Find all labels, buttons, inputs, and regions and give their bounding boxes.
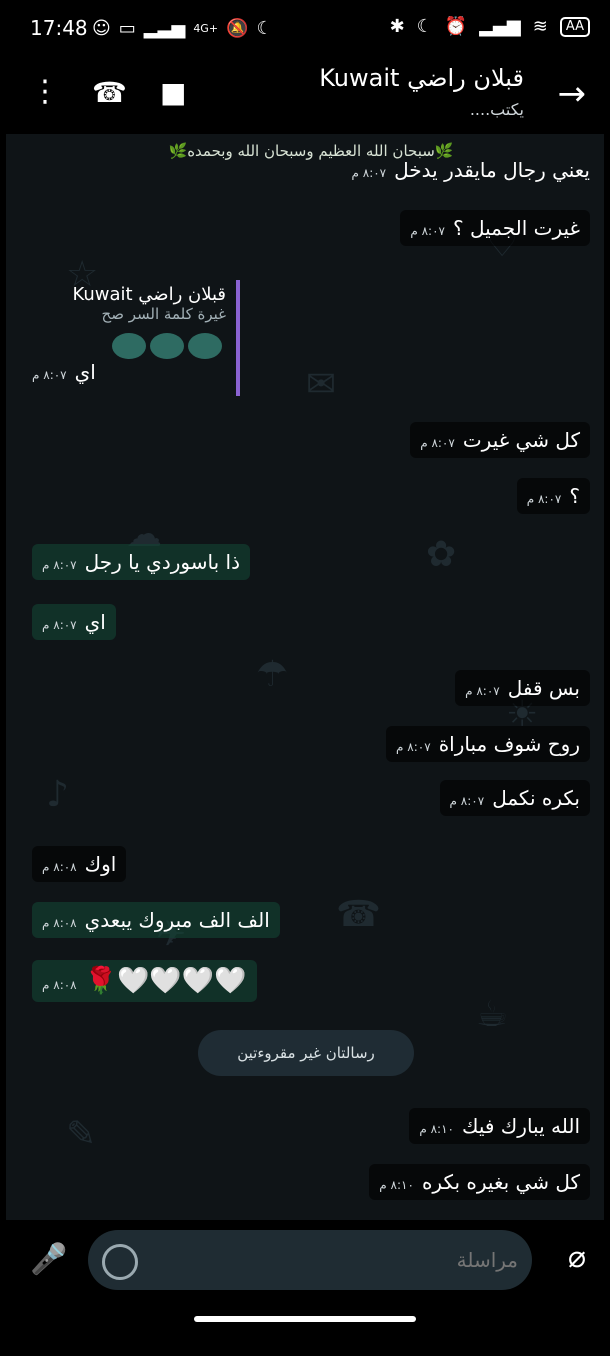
doodle-icon: ☕ (476, 994, 509, 1035)
message-text: ؟ (569, 484, 580, 508)
message-time: ٨:١٠ م (379, 1178, 414, 1192)
notification-icon: ☺ (92, 18, 111, 39)
voice-call-button[interactable]: ☎ (92, 76, 127, 109)
message-time: ٨:٠٧ م (351, 166, 387, 180)
quote-blobs (30, 333, 226, 359)
message-time: ٨:٠٨ م (42, 860, 77, 874)
message-outgoing[interactable]: بس قفل ٨:٠٧ م (455, 670, 590, 706)
message-input-bar: 🎤 ⌀ (0, 1220, 610, 1296)
message-time: ٨:٠٧ م (465, 684, 500, 698)
message-text: يعني رجال مايقدر يدخل (394, 158, 590, 182)
signal-icon: ▂▃▅ (143, 18, 186, 39)
home-gesture-handle[interactable] (194, 1316, 416, 1322)
message-outgoing[interactable]: بكره نكمل ٨:٠٧ م (439, 780, 590, 816)
sticker-icon[interactable] (102, 1244, 138, 1280)
message-text: 🤍🤍🤍🤍🌹 (84, 966, 247, 996)
quoted-text: غيرة كلمة السر صح (101, 305, 226, 323)
message-input-container (88, 1230, 532, 1290)
message-time: ٨:٠٧ م (526, 492, 562, 506)
message-time: ٨:٠٧ م (32, 368, 67, 382)
battery-indicator: AA (559, 17, 590, 37)
status-icons-right: ✱ ☾ ⏰ ▂▄▆ ≋ AA (390, 16, 590, 38)
message-input[interactable] (146, 1242, 520, 1278)
cast-icon: ▭ (118, 18, 136, 39)
network-type-icon: 4G+ (193, 22, 219, 35)
doodle-icon: ☂ (256, 654, 289, 695)
message-text: غيرت الجميل ؟ (453, 216, 580, 240)
message-incoming[interactable]: اي ٨:٠٧ م (32, 604, 116, 640)
microphone-button[interactable]: 🎤 (30, 1242, 67, 1277)
wifi-icon: ≋ (532, 16, 548, 37)
mute-icon: 🔕 (226, 18, 249, 39)
more-options-button[interactable]: ⋮ (30, 74, 60, 109)
message-text: روح شوف مباراة (438, 732, 580, 756)
message-outgoing[interactable]: ؟ ٨:٠٧ م (516, 478, 590, 514)
message-time: ٨:٠٧ م (42, 618, 77, 632)
message-time: ٨:٠٧ م (410, 224, 445, 238)
message-text: اي (84, 610, 106, 634)
back-arrow-icon[interactable]: → (558, 74, 587, 114)
message-outgoing[interactable]: الله يبارك فيك ٨:١٠ م (409, 1108, 590, 1144)
system-nav-bar (0, 1296, 610, 1356)
signal-bars-icon: ▂▄▆ (479, 16, 521, 37)
message-text: الف الف مبروك يبعدي (84, 908, 270, 932)
message-outgoing[interactable]: غيرت الجميل ؟ ٨:٠٧ م (400, 210, 590, 246)
message-incoming[interactable]: اوك ٨:٠٨ م (32, 846, 127, 882)
message-incoming[interactable]: ذا باسوردي يا رجل ٨:٠٧ م (32, 544, 250, 580)
message-outgoing[interactable]: كل شي بغيره بكره ٨:١٠ م (369, 1164, 590, 1200)
message-text: بس قفل (507, 676, 580, 700)
doodle-icon: ♪ (46, 774, 69, 815)
quoted-sender: قبلان راضي Kuwait (72, 284, 226, 305)
status-icons-left: ☺ ▭ ▂▃▅ 4G+ 🔕 ☾ (92, 18, 273, 40)
message-outgoing[interactable]: روح شوف مباراة ٨:٠٧ م (386, 726, 590, 762)
status-bar: 17:48 ☺ ▭ ▂▃▅ 4G+ 🔕 ☾ ✱ ☾ ⏰ ▂▄▆ ≋ AA (0, 0, 610, 60)
status-time: 17:48 (30, 16, 88, 40)
alarm-off-icon: ⏰ (444, 16, 468, 37)
message-incoming[interactable]: اي ٨:٠٧ م (32, 360, 96, 384)
contact-status: يكتب.... (469, 100, 524, 119)
message-incoming[interactable]: الف الف مبروك يبعدي ٨:٠٨ م (32, 902, 280, 938)
doodle-icon: ☎ (336, 894, 381, 935)
message-time: ٨:٠٧ م (396, 740, 431, 754)
message-time: ٨:٠٧ م (420, 436, 455, 450)
chat-area: ☆ ♡ ✉ ☁ ✿ ☂ ♪ ☀ ☎ ✈ ☕ ✎ 🌿سبحان الله العظ… (6, 134, 604, 1220)
doodle-icon: ✎ (66, 1114, 97, 1155)
doodle-icon: ✿ (426, 534, 457, 575)
attach-icon[interactable]: ⌀ (568, 1240, 586, 1275)
message-text: اوك (84, 852, 117, 876)
message-text: ذا باسوردي يا رجل (84, 550, 240, 574)
video-call-button[interactable]: ■ (160, 76, 186, 109)
message-text: بكره نكمل (492, 786, 580, 810)
message-time: ٨:٠٨ م (42, 978, 77, 992)
bluetooth-icon: ✱ (389, 16, 405, 37)
message-time: ٨:٠٧ م (42, 558, 77, 572)
message-outgoing[interactable]: يعني رجال مايقدر يدخل ٨:٠٧ م (352, 158, 591, 182)
message-incoming[interactable]: 🤍🤍🤍🤍🌹 ٨:٠٨ م (32, 960, 257, 1002)
message-time: ٨:١٠ م (419, 1122, 454, 1136)
message-text: اي (74, 360, 96, 384)
message-text: الله يبارك فيك (462, 1114, 580, 1138)
message-time: ٨:٠٨ م (42, 916, 77, 930)
chat-header: ⋮ ☎ ■ قبلان راضي Kuwait يكتب.... → (0, 60, 610, 134)
doodle-icon: ✉ (306, 364, 337, 405)
moon-icon: ☾ (256, 18, 273, 39)
message-time: ٨:٠٧ م (449, 794, 485, 808)
message-text: كل شي غيرت (462, 428, 580, 452)
dnd-icon: ☾ (416, 16, 433, 37)
message-outgoing[interactable]: كل شي غيرت ٨:٠٧ م (410, 422, 590, 458)
contact-name[interactable]: قبلان راضي Kuwait (319, 64, 524, 92)
message-text: كل شي بغيره بكره (421, 1170, 580, 1194)
unread-messages-divider: رسالتان غير مقروءتين (198, 1030, 414, 1076)
